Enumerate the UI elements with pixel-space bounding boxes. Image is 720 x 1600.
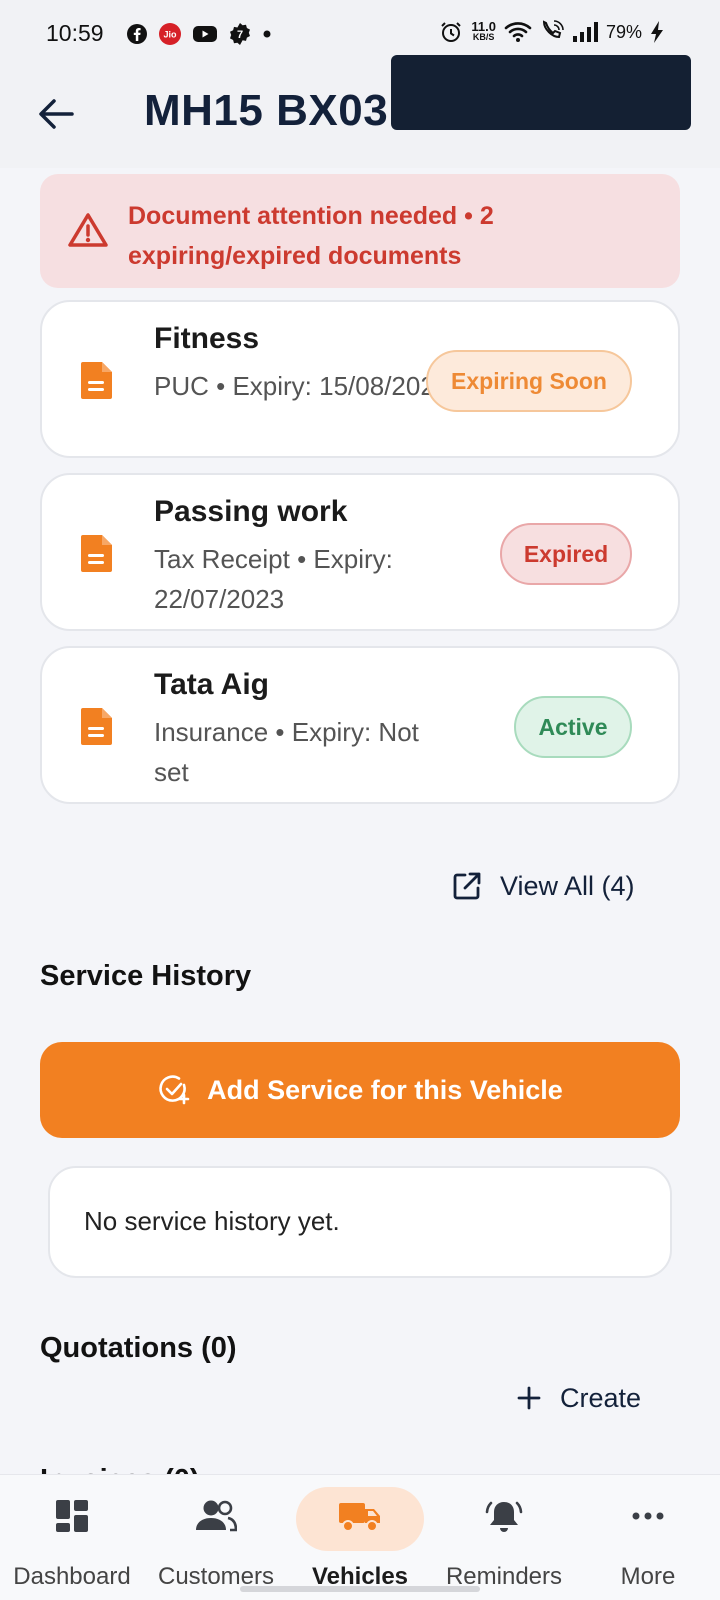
notification-icons: Jio 7 [126, 22, 272, 46]
quotations-title: Quotations (0) [40, 1332, 237, 1364]
home-indicator[interactable] [240, 1586, 480, 1592]
bell-icon [485, 1501, 523, 1532]
youtube-icon [193, 26, 217, 42]
warning-icon [68, 213, 108, 247]
create-quotation-button[interactable]: Create [516, 1376, 641, 1420]
document-title: Fitness [154, 322, 260, 355]
open-external-icon [453, 872, 481, 900]
nav-item-more[interactable]: More [576, 1475, 720, 1600]
service-history-title: Service History [40, 960, 252, 992]
more-icon [632, 1512, 664, 1520]
wifi-calling-icon [542, 20, 564, 39]
document-subtitle: Insurance • Expiry: Not set [154, 717, 419, 787]
status-badge: Expiring Soon [426, 350, 632, 412]
document-title: Passing work [154, 495, 348, 528]
nav-label: More [620, 1563, 676, 1590]
document-card-fitness[interactable]: Fitness PUC • Expiry: 15/08/2026 Expirin… [40, 300, 680, 458]
settings-badge-icon: 7 [230, 23, 250, 45]
document-card-tata-aig[interactable]: Tata Aig Insurance • Expiry: Not set Act… [40, 646, 680, 804]
service-history-empty: No service history yet. [48, 1166, 672, 1278]
signal-icon [572, 22, 598, 42]
document-title: Tata Aig [154, 668, 270, 701]
plus-icon [517, 1386, 541, 1410]
alarm-icon [441, 22, 462, 42]
add-service-button[interactable]: Add Service for this Vehicle [40, 1042, 680, 1138]
document-icon [81, 535, 112, 572]
nav-item-customers[interactable]: Customers [144, 1475, 288, 1600]
view-all-label: View All (4) [500, 870, 635, 901]
alert-text: Document attention needed • 2 expiring/e… [128, 202, 494, 270]
app-bar: MH15 BX03 [0, 55, 720, 168]
wifi-icon [504, 22, 532, 42]
check-add-icon [159, 1075, 190, 1105]
nav-label: Dashboard [13, 1563, 131, 1590]
network-speed: 11.0 KB/S [471, 19, 496, 42]
document-card-passing-work[interactable]: Passing work Tax Receipt • Expiry: 22/07… [40, 473, 680, 631]
create-label: Create [560, 1382, 642, 1413]
view-all-documents-button[interactable]: View All (4) [452, 862, 635, 910]
redacted-area [391, 55, 691, 130]
jio-icon: Jio [159, 23, 181, 45]
dashboard-icon [56, 1500, 88, 1532]
vehicle-detail-screen: 10:59 Jio 7 11.0 KB/S 79% MH15 BX03 Docu… [0, 0, 720, 1600]
nav-item-dashboard[interactable]: Dashboard [0, 1475, 144, 1600]
dot-icon [263, 30, 271, 38]
nav-item-reminders[interactable]: Reminders [432, 1475, 576, 1600]
system-icons: 11.0 KB/S 79% [439, 20, 664, 44]
status-badge: Expired [500, 523, 632, 585]
back-button[interactable] [36, 94, 76, 134]
page-title: MH15 BX03 [144, 86, 389, 135]
bottom-navigation: Dashboard Customers Vehicles Reminders M… [0, 1474, 720, 1600]
battery-percent: 79% [605, 21, 642, 42]
status-badge: Active [514, 696, 632, 758]
document-icon [81, 708, 112, 745]
document-subtitle: PUC • Expiry: 15/08/2026 [154, 371, 450, 401]
status-time: 10:59 [46, 20, 104, 46]
facebook-icon [127, 24, 147, 44]
document-alert: Document attention needed • 2 expiring/e… [40, 174, 680, 288]
svg-text:7: 7 [237, 29, 243, 41]
truck-icon [339, 1503, 380, 1532]
empty-text: No service history yet. [84, 1206, 340, 1236]
charging-icon [651, 21, 663, 43]
add-service-label: Add Service for this Vehicle [207, 1074, 563, 1105]
arrow-left-icon [39, 99, 74, 129]
svg-text:Jio: Jio [163, 30, 177, 40]
document-subtitle: Tax Receipt • Expiry: 22/07/2023 [154, 544, 393, 614]
document-icon [81, 362, 112, 399]
nav-item-vehicles[interactable]: Vehicles [288, 1475, 432, 1600]
customers-icon [196, 1500, 237, 1532]
